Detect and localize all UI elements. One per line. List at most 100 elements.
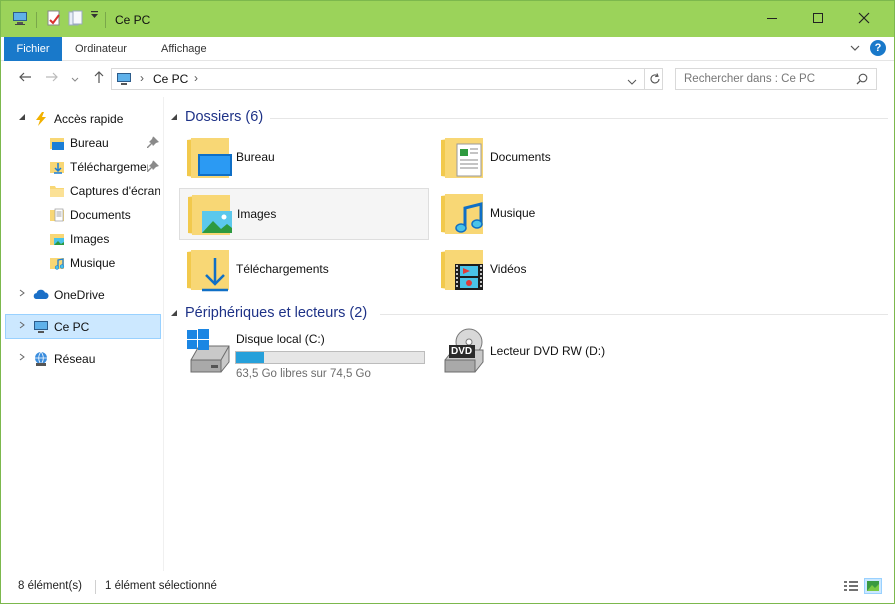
sidebar-item-reseau[interactable]: Réseau (5, 347, 161, 371)
group-divider (380, 314, 888, 315)
back-button[interactable] (18, 70, 32, 87)
collapsed-arrow-icon[interactable] (18, 289, 26, 297)
pictures-folder-icon (50, 234, 64, 245)
pin-icon[interactable] (146, 160, 160, 174)
folder-tile-documents[interactable]: Documents (433, 132, 683, 184)
minimize-icon (767, 18, 777, 19)
videos-folder-icon (441, 250, 483, 290)
address-bar[interactable]: › Ce PC › (111, 68, 663, 90)
folder-tile-musique[interactable]: Musique (433, 188, 683, 240)
refresh-button[interactable] (644, 68, 664, 90)
details-view-icon (844, 581, 858, 591)
drive-tile-d[interactable]: DVD Lecteur DVD RW (D:) (433, 326, 683, 380)
sidebar-item-images[interactable]: Images (5, 227, 161, 251)
maximize-button[interactable] (795, 1, 841, 35)
music-folder-icon (441, 194, 483, 234)
chevron-down-icon (850, 45, 860, 51)
breadcrumb-separator[interactable]: › (140, 71, 144, 85)
up-button[interactable] (92, 70, 106, 87)
pc-icon (12, 10, 28, 26)
ribbon: Fichier Ordinateur Affichage ? (1, 37, 894, 61)
documents-folder-icon (441, 138, 483, 178)
devices-group-header[interactable]: Périphériques et lecteurs (2) (170, 305, 367, 321)
group-divider (270, 118, 888, 119)
folder-tile-bureau[interactable]: Bureau (179, 132, 429, 184)
search-input[interactable]: Rechercher dans : Ce PC (675, 68, 877, 90)
collapsed-arrow-icon[interactable] (18, 353, 26, 361)
drive-free-space: 63,5 Go libres sur 74,5 Go (236, 368, 371, 380)
sidebar-item-label: Accès rapide (54, 112, 124, 126)
status-bar: 8 élément(s) 1 élément sélectionné (1, 571, 894, 603)
minimize-button[interactable] (749, 1, 795, 35)
sidebar-item-musique[interactable]: Musique (5, 251, 161, 275)
network-icon (35, 351, 47, 366)
help-icon[interactable]: ? (870, 40, 886, 56)
expanded-arrow-icon[interactable] (18, 113, 26, 121)
group-title: Périphériques et lecteurs (2) (185, 305, 368, 321)
title-separator (105, 12, 106, 28)
drive-label: Lecteur DVD RW (D:) (490, 344, 606, 358)
status-separator (95, 580, 96, 594)
breadcrumb-ce-pc[interactable]: Ce PC (153, 72, 188, 86)
title-separator (36, 12, 37, 28)
navigation-pane: Accès rapide Bureau Téléchargements Capt… (1, 97, 164, 571)
tab-ordinateur[interactable]: Ordinateur (75, 43, 127, 55)
expand-ribbon-button[interactable] (849, 42, 861, 57)
drive-usage-fill (236, 352, 264, 363)
expanded-arrow-icon[interactable] (170, 309, 178, 317)
sidebar-item-bureau[interactable]: Bureau (5, 131, 161, 155)
new-folder-icon[interactable] (68, 10, 84, 26)
tab-fichier[interactable]: Fichier (4, 37, 62, 61)
customize-toolbar-icon[interactable] (90, 10, 99, 20)
details-view-button[interactable] (842, 578, 860, 594)
large-icons-view-button[interactable] (864, 578, 882, 594)
desktop-folder-icon (187, 138, 232, 178)
maximize-icon (813, 13, 823, 23)
dvd-badge: DVD (451, 346, 473, 357)
arrow-left-icon (19, 72, 31, 82)
search-icon[interactable] (856, 73, 868, 88)
folder-label: Musique (490, 206, 536, 220)
music-folder-icon (50, 258, 65, 270)
arrow-right-icon (46, 72, 58, 82)
downloads-folder-icon (50, 162, 64, 174)
drive-tile-c[interactable]: Disque local (C:) 63,5 Go libres sur 74,… (179, 326, 429, 380)
breadcrumb-separator[interactable]: › (194, 71, 198, 85)
explorer-window: Ce PC Fichier Ordinateur Affichage ? › C… (0, 0, 895, 604)
star-icon (36, 112, 46, 126)
sidebar-item-label: Réseau (54, 352, 96, 366)
sidebar-item-onedrive[interactable]: OneDrive (5, 283, 161, 307)
hard-drive-icon (187, 329, 230, 373)
properties-icon[interactable] (46, 10, 62, 26)
sidebar-item-label: Images (70, 232, 110, 246)
sidebar-item-label: Captures d'écran (70, 184, 160, 198)
folder-tile-videos[interactable]: Vidéos (433, 244, 683, 296)
sidebar-item-acces-rapide[interactable]: Accès rapide (5, 107, 161, 131)
folder-tile-images[interactable]: Images (179, 188, 429, 240)
folder-label: Vidéos (490, 262, 527, 276)
large-icons-view-icon (867, 581, 879, 591)
folder-label: Images (237, 207, 277, 221)
sidebar-item-label: OneDrive (54, 288, 105, 302)
desktop-folder-icon (50, 138, 64, 150)
sidebar-item-label: Ce PC (54, 320, 90, 334)
cloud-icon (33, 289, 49, 299)
sidebar-item-captures-ecran[interactable]: Captures d'écran (5, 179, 161, 203)
item-count: 8 élément(s) (18, 580, 82, 592)
sidebar-item-ce-pc[interactable]: Ce PC (5, 314, 161, 339)
folder-tile-telechargements[interactable]: Téléchargements (179, 244, 429, 296)
address-history-button[interactable] (627, 75, 637, 89)
pin-icon[interactable] (146, 136, 160, 150)
sidebar-item-documents[interactable]: Documents (5, 203, 161, 227)
recent-locations-button[interactable] (71, 73, 79, 87)
close-button[interactable] (841, 1, 887, 35)
sidebar-item-telechargements[interactable]: Téléchargements (5, 155, 161, 179)
navigation-bar: › Ce PC › Rechercher dans : Ce PC (1, 62, 894, 96)
forward-button[interactable] (45, 70, 59, 87)
folders-group-header[interactable]: Dossiers (6) (170, 109, 263, 125)
collapsed-arrow-icon[interactable] (18, 321, 26, 329)
chevron-down-icon (71, 77, 79, 82)
content-pane: Dossiers (6) Bureau Documents Images Mus… (166, 97, 894, 571)
tab-affichage[interactable]: Affichage (161, 43, 207, 55)
expanded-arrow-icon[interactable] (170, 113, 178, 121)
